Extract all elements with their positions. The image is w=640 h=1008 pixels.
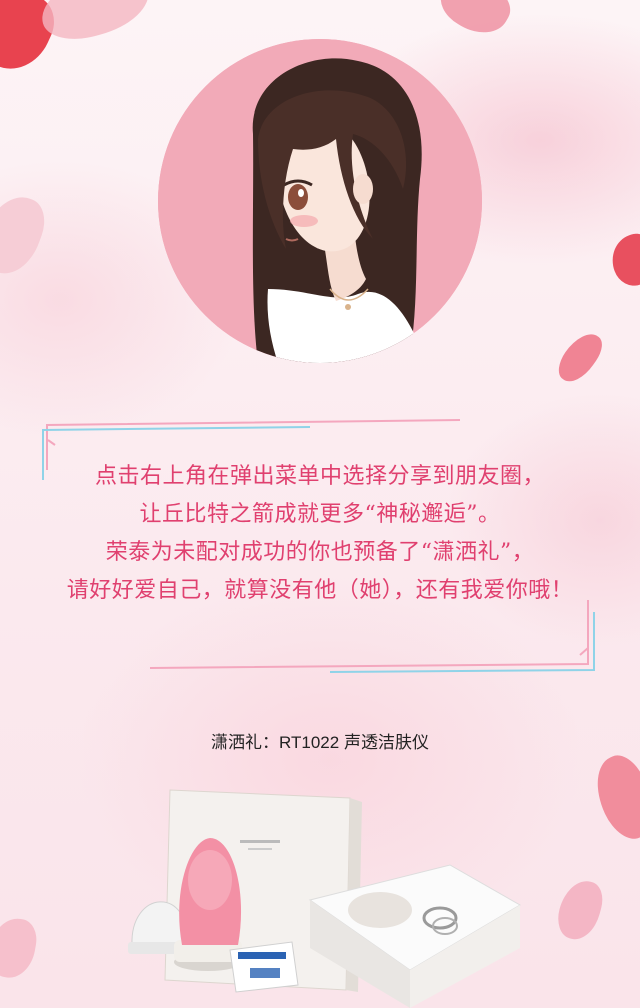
message-line: 点击右上角在弹出菜单中选择分享到朋友圈，: [94, 464, 545, 489]
gift-label: 潇洒礼：RT1022 声透洁肤仪: [211, 733, 429, 752]
message-line: 请好好爱自己，就算没有他（她），还有我爱你哦！: [66, 578, 574, 603]
share-instructions: 点击右上角在弹出菜单中选择分享到朋友圈， 让丘比特之箭成就更多“神秘邂逅”。 荣…: [52, 458, 588, 610]
message-line: 荣泰为未配对成功的你也预备了“潇洒礼”，: [105, 540, 535, 565]
cleansing-device-box-illustration: [128, 789, 521, 1008]
product-image: [110, 780, 530, 1008]
message-line: 让丘比特之箭成就更多“神秘邂逅”。: [139, 502, 501, 527]
